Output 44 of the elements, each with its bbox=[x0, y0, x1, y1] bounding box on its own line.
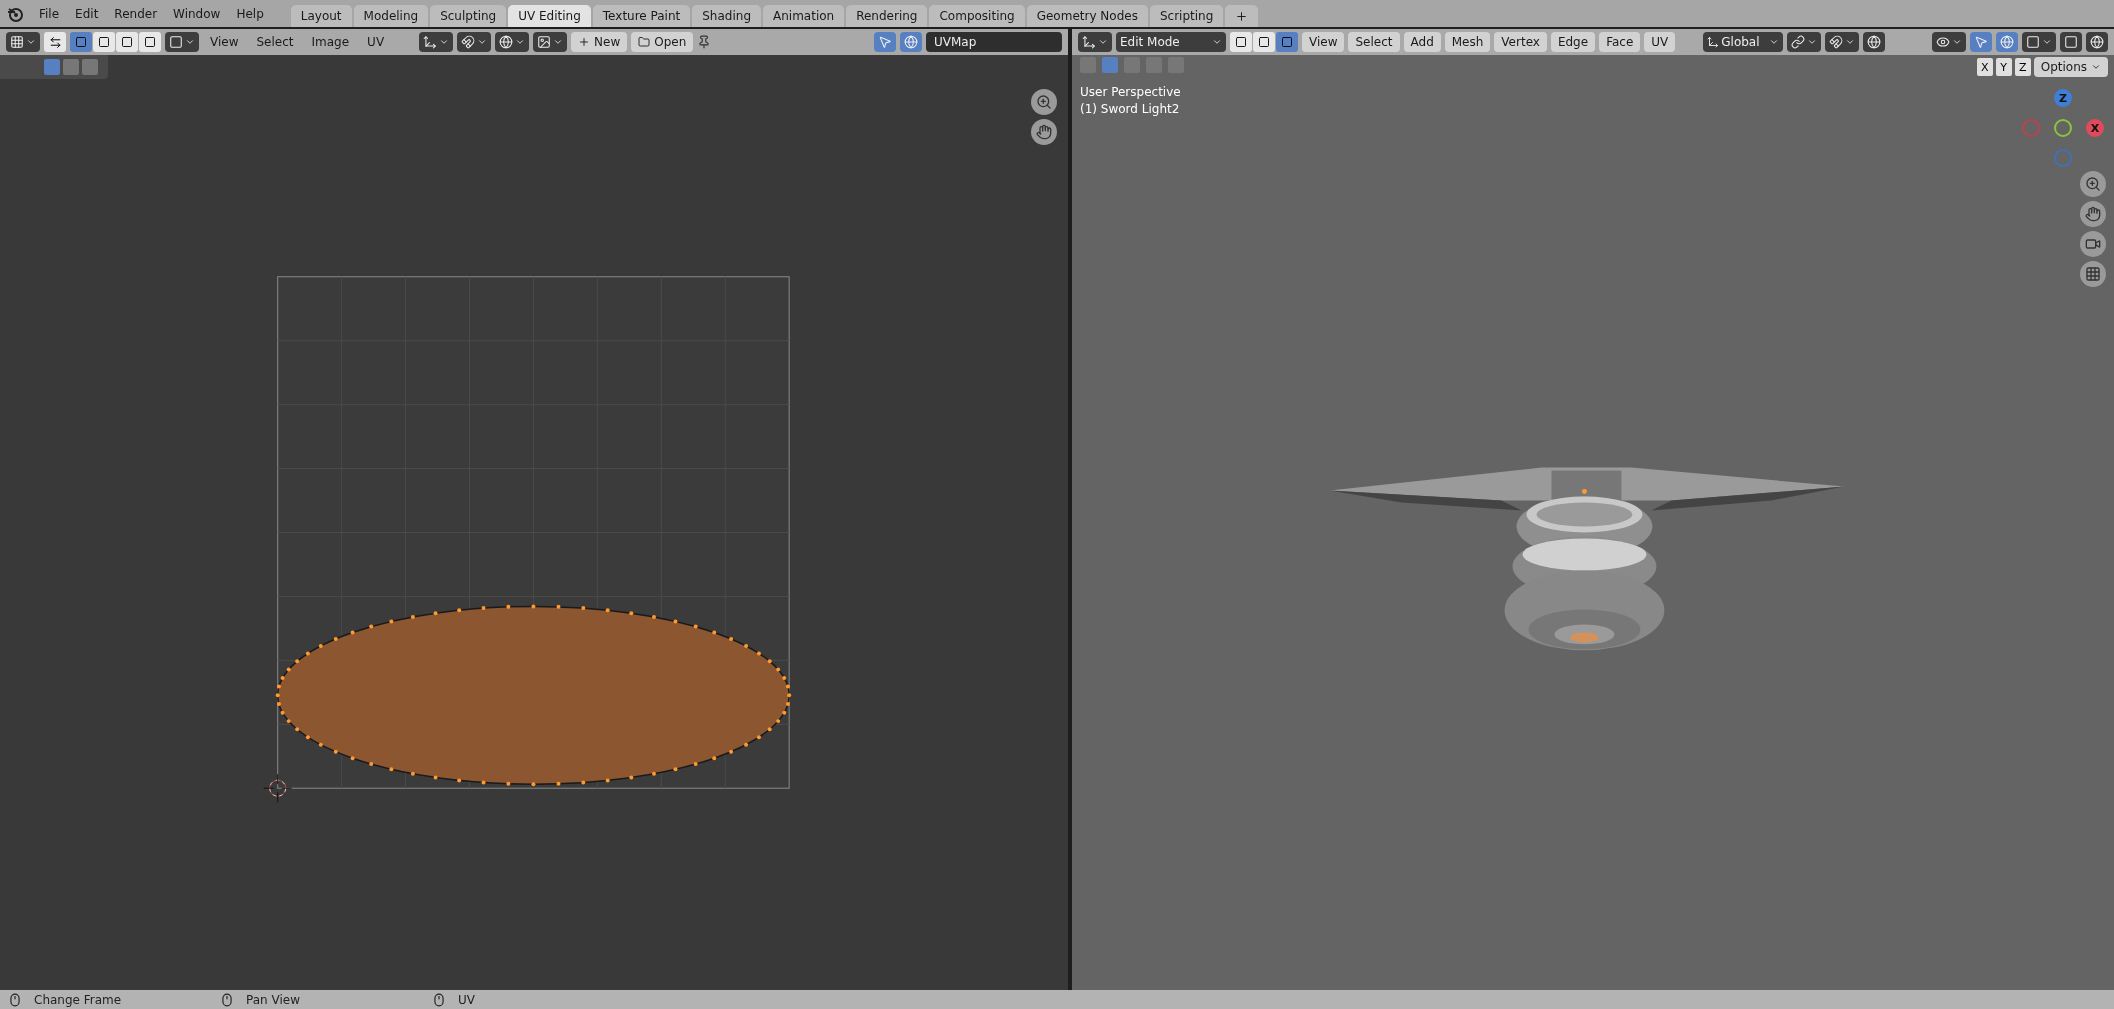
workspace-tab[interactable]: Rendering bbox=[846, 5, 928, 27]
menu-item[interactable]: Edit bbox=[68, 2, 106, 25]
gizmo-z-axis[interactable]: Z bbox=[2054, 89, 2072, 107]
header-menu[interactable]: Select bbox=[249, 32, 301, 52]
gizmo-x-axis[interactable]: X bbox=[2086, 119, 2104, 137]
header-menu[interactable]: UV bbox=[360, 32, 392, 52]
workspace-tab[interactable]: Sculpting bbox=[430, 5, 507, 27]
status-hint: UV bbox=[458, 992, 475, 1007]
axis-toggle[interactable]: Z bbox=[2014, 58, 2031, 76]
workspace-tab[interactable]: Geometry Nodes bbox=[1026, 5, 1148, 27]
menu-item[interactable]: Help bbox=[229, 2, 271, 25]
axis-toggle[interactable]: X bbox=[1976, 58, 1993, 76]
mode-dropdown[interactable]: Edit Mode bbox=[1116, 32, 1226, 52]
axis-toggle[interactable]: Y bbox=[1995, 58, 2012, 76]
header-menu[interactable]: Vertex bbox=[1494, 32, 1547, 52]
header-menu[interactable]: Edge bbox=[1550, 32, 1596, 52]
status-hint: Pan View bbox=[246, 992, 300, 1007]
menu-item[interactable]: Render bbox=[107, 2, 165, 25]
workspace-tab[interactable]: Compositing bbox=[929, 5, 1025, 27]
open-image-button[interactable]: Open bbox=[631, 32, 694, 52]
workspace-tab[interactable]: UV Editing bbox=[508, 5, 591, 27]
view-name: User Perspective bbox=[1080, 85, 1181, 99]
options-button[interactable]: Options bbox=[2033, 57, 2108, 77]
header-menu[interactable]: Image bbox=[304, 32, 357, 52]
menu-item[interactable]: Window bbox=[166, 2, 228, 25]
header-menu[interactable]: Select bbox=[1348, 32, 1400, 52]
workspace-tab[interactable]: Texture Paint bbox=[592, 5, 691, 27]
header-menu[interactable]: UV bbox=[1644, 32, 1676, 52]
workspace-tab[interactable]: Shading bbox=[692, 5, 761, 27]
header-menu[interactable]: View bbox=[203, 32, 246, 52]
header-menu[interactable]: Mesh bbox=[1444, 32, 1491, 52]
workspace-tab[interactable]: Modeling bbox=[353, 5, 429, 27]
uv-map-field[interactable]: UVMap bbox=[926, 32, 1062, 52]
workspace-tab[interactable]: Animation bbox=[763, 5, 845, 27]
status-hint: Change Frame bbox=[34, 992, 122, 1007]
orientation-dropdown[interactable]: Global bbox=[1703, 32, 1784, 52]
header-menu[interactable]: Face bbox=[1599, 32, 1641, 52]
header-menu[interactable]: View bbox=[1302, 32, 1345, 52]
object-name: (1) Sword Light2 bbox=[1080, 102, 1180, 116]
menu-item[interactable]: File bbox=[32, 2, 67, 25]
header-menu[interactable]: Add bbox=[1403, 32, 1441, 52]
new-image-button[interactable]: New bbox=[571, 32, 628, 52]
workspace-tab[interactable]: Layout bbox=[290, 5, 352, 27]
workspace-tab[interactable]: Scripting bbox=[1149, 5, 1224, 27]
